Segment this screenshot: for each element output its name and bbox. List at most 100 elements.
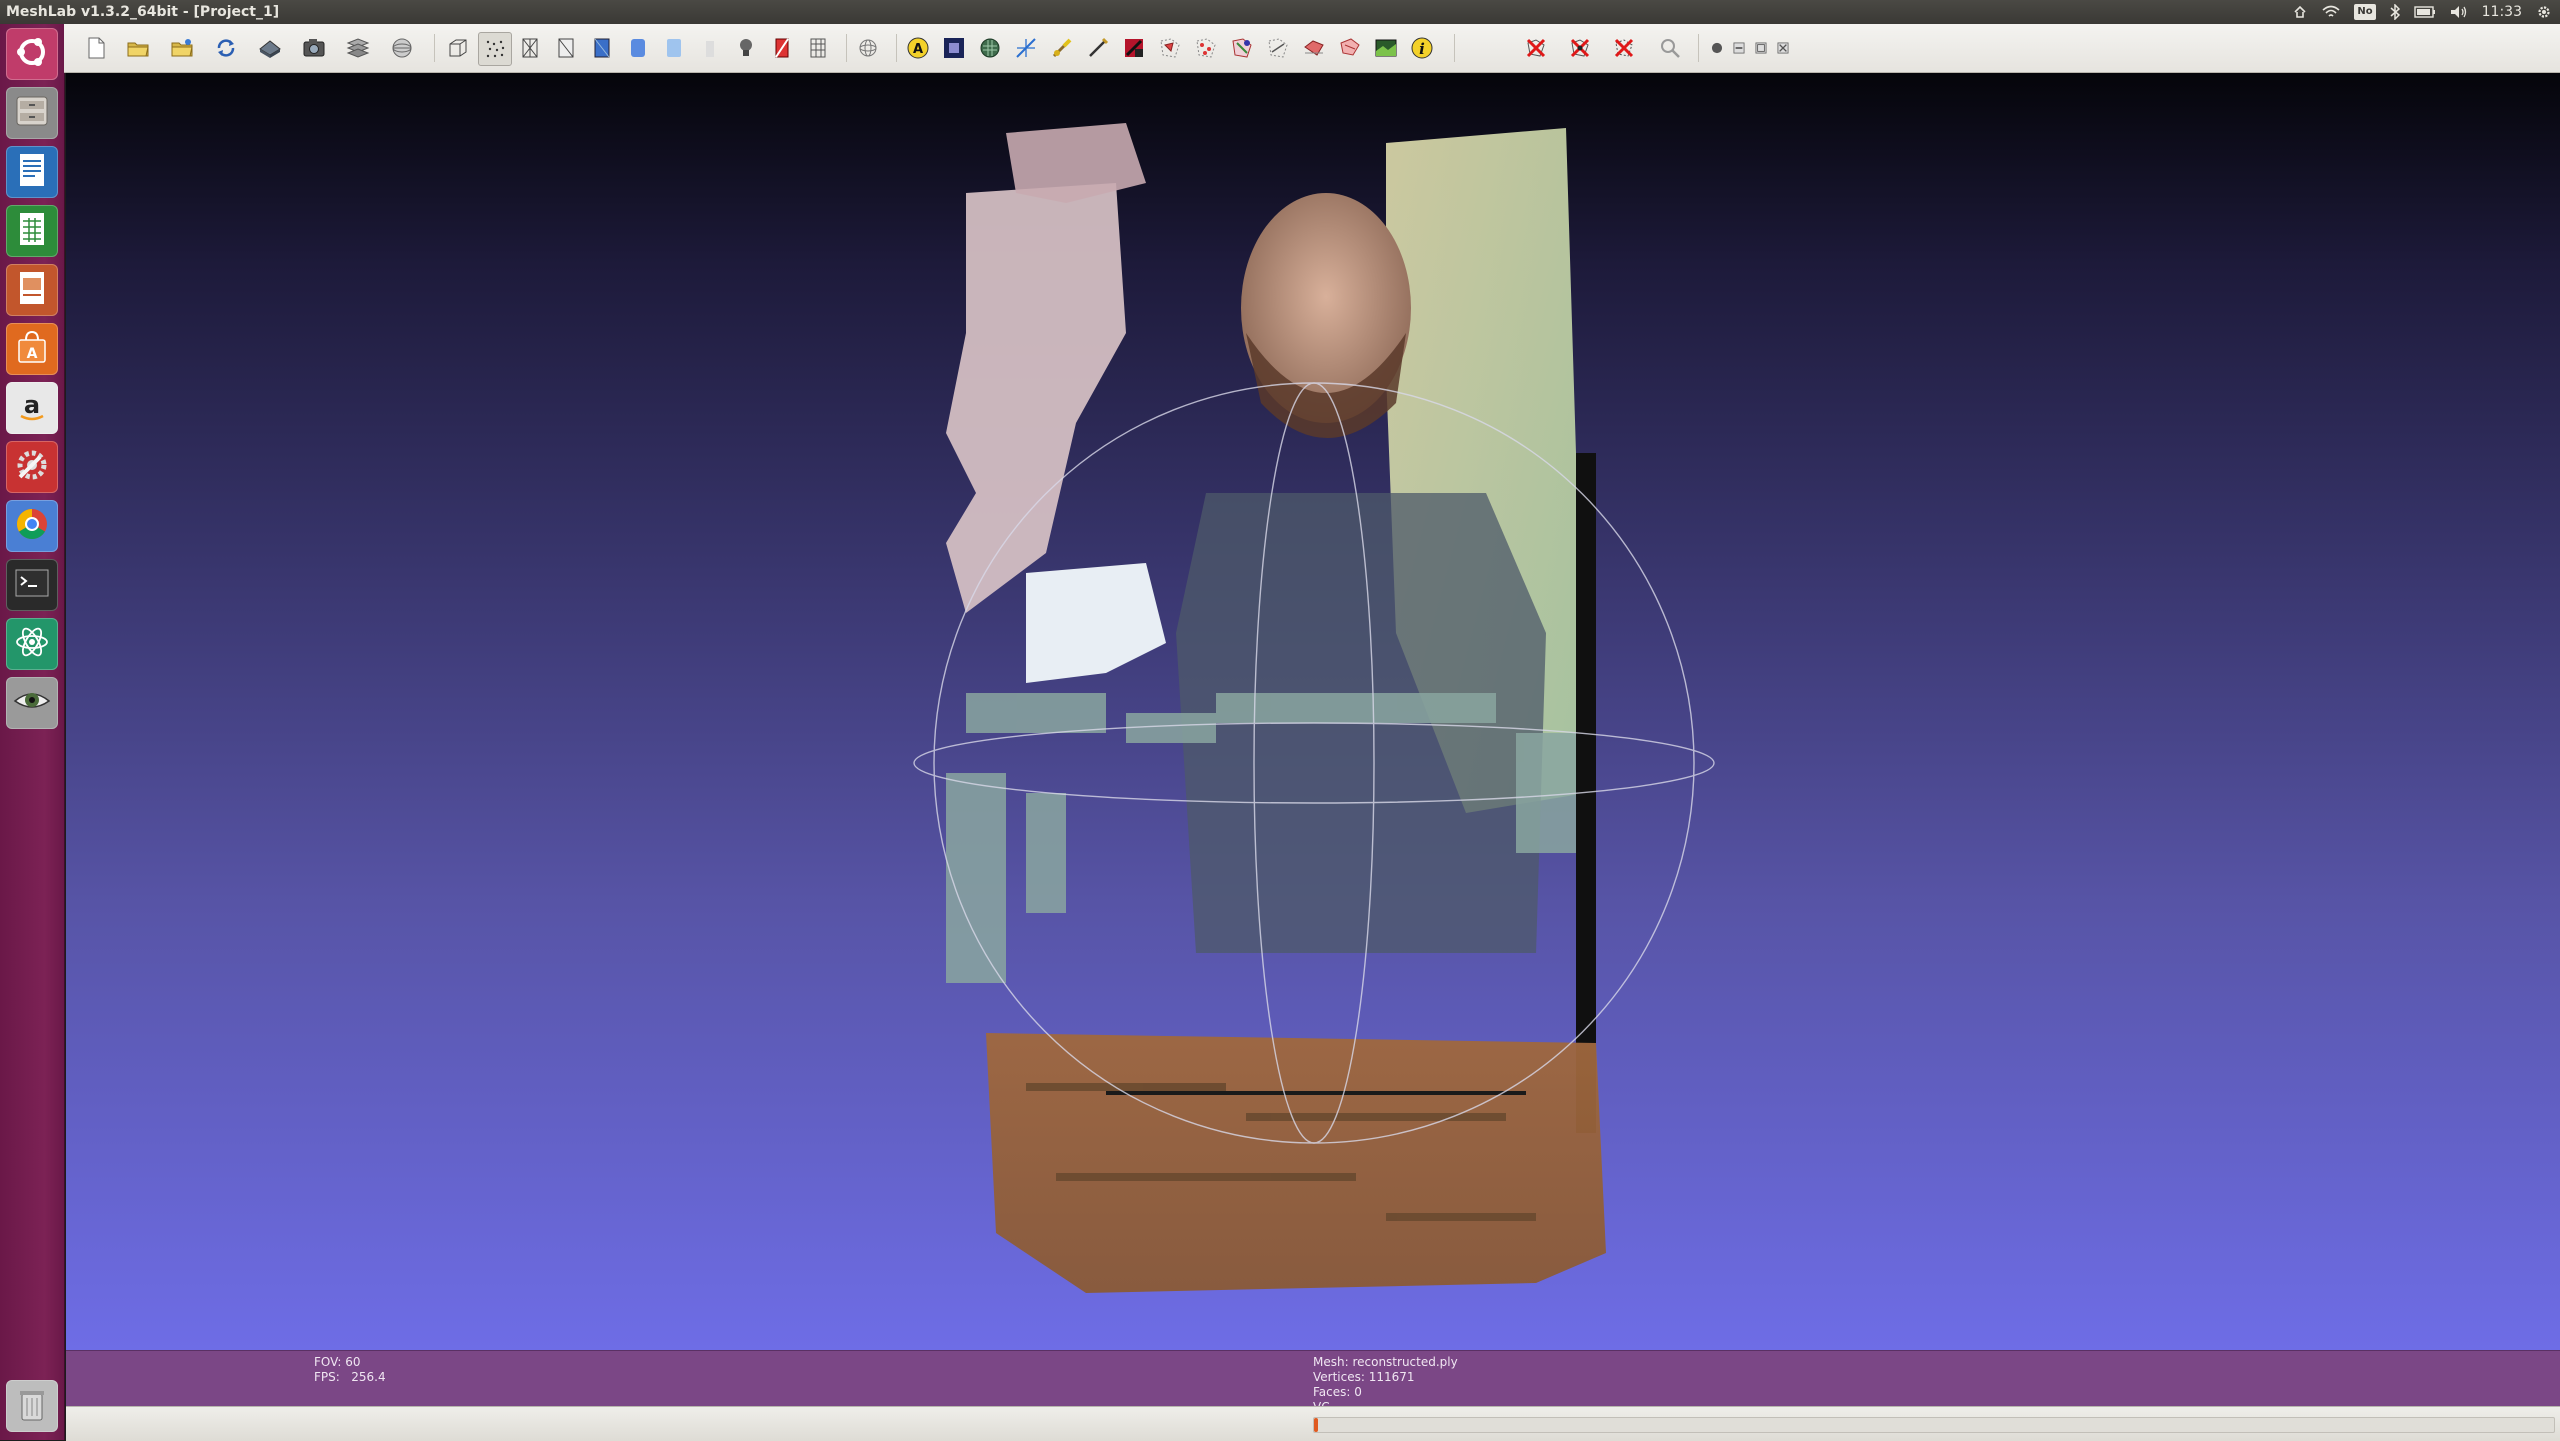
light-bulb-icon[interactable] [730,32,762,64]
select-region-icon[interactable] [1262,32,1294,64]
flat-shading-icon[interactable] [586,32,618,64]
texture-icon[interactable] [658,32,690,64]
color-picker-icon[interactable] [1118,32,1150,64]
open-folder-icon[interactable] [122,32,154,64]
launcher-ubuntu-software-center[interactable]: A [6,323,58,375]
svg-text:A: A [913,42,923,57]
ubuntu-logo-icon [12,32,52,76]
launcher-trash[interactable] [6,1380,58,1432]
bluetooth-icon[interactable] [2390,0,2400,24]
trackball-icon[interactable] [852,32,884,64]
pen-icon[interactable] [1082,32,1114,64]
hidden-back-face-icon[interactable] [802,32,834,64]
window-min-icon[interactable] [1728,32,1750,64]
software-center-bag-icon: A [12,327,52,371]
session-gear-icon[interactable] [2536,0,2552,24]
battery-icon[interactable] [2413,0,2436,24]
unity-launcher: A a [0,24,65,1440]
hidden-lines-icon[interactable] [550,32,582,64]
launcher-system-settings[interactable] [6,441,58,493]
paint-brush-icon[interactable] [1046,32,1078,64]
toolbar-separator [434,34,435,62]
delete-vertices-icon[interactable] [1564,32,1596,64]
trash-can-icon [12,1384,52,1428]
open-project-icon[interactable] [166,32,198,64]
launcher-terminal[interactable] [6,559,58,611]
launcher-libreoffice-calc[interactable] [6,205,58,257]
top-menubar: MeshLab v1.3.2_64bit - [Project_1] No 11… [0,0,2560,24]
svg-text:A: A [27,346,38,362]
wireframe-icon[interactable] [514,32,546,64]
reload-icon[interactable] [210,32,242,64]
back-face-icon[interactable] [766,32,798,64]
volume-icon[interactable] [2450,0,2468,24]
launcher-amazon[interactable]: a [6,382,58,434]
svg-text:a: a [24,391,40,419]
align-icon[interactable] [386,32,418,64]
save-icon[interactable] [254,32,286,64]
file-cabinet-icon [12,91,52,135]
mesh-info: Mesh: reconstructed.ply Vertices: 111671… [1313,1355,1458,1408]
window-title: MeshLab v1.3.2_64bit - [Project_1] [6,4,280,20]
window-close-icon[interactable] [1772,32,1794,64]
layers-icon[interactable] [342,32,374,64]
delete-selection-icon[interactable] [1608,32,1640,64]
window-restore-icon[interactable] [1750,32,1772,64]
svg-text:i: i [1419,40,1425,58]
progress-bar [1313,1417,2555,1433]
toolbar-separator [1698,34,1699,62]
chrome-icon [12,504,52,548]
launcher-libreoffice-writer[interactable] [6,146,58,198]
clock[interactable]: 11:33 [2482,0,2522,24]
calc-spreadsheet-icon [12,209,52,253]
point-cloud-render[interactable] [66,73,2560,1350]
measure-tool-icon[interactable] [1010,32,1042,64]
select-faces-icon[interactable] [1154,32,1186,64]
launcher-libreoffice-impress[interactable] [6,264,58,316]
select-vertices-icon[interactable] [1190,32,1222,64]
progress-fill [1314,1418,1318,1432]
raster-icon[interactable] [1370,32,1402,64]
impress-presentation-icon [12,268,52,312]
status-bar [66,1406,2560,1441]
info-panel: FOV: 60 FPS: 256.4 Mesh: reconstructed.p… [66,1350,2560,1408]
quality-mapper-icon[interactable] [938,32,970,64]
3d-viewport[interactable] [66,73,2560,1350]
smooth-shading-icon[interactable] [622,32,654,64]
faces-label: Faces: 0 [1313,1385,1362,1399]
delete-faces-icon[interactable] [1520,32,1552,64]
window-tile-icon[interactable] [1706,32,1728,64]
double-side-lighting-icon[interactable] [694,32,726,64]
new-file-icon[interactable] [80,32,112,64]
network-settings-icon[interactable] [2292,0,2308,24]
select-connected-icon[interactable] [1226,32,1258,64]
annotation-a-icon[interactable]: A [902,32,934,64]
points-render-icon[interactable] [478,32,512,66]
launcher-meshlab[interactable] [6,677,58,729]
toolbar-separator [1454,34,1455,62]
mesh-name-label: Mesh: reconstructed.ply [1313,1355,1458,1369]
wrench-gear-icon [12,445,52,489]
main-toolbar: A i [64,24,2560,73]
rubber-band-icon[interactable] [1334,32,1366,64]
writer-document-icon [12,150,52,194]
zoom-icon[interactable] [1654,32,1686,64]
launcher-google-chrome[interactable] [6,500,58,552]
system-tray: No 11:33 [2292,0,2552,24]
amazon-a-icon: a [12,386,52,430]
wifi-icon[interactable] [2322,0,2340,24]
launcher-files[interactable] [6,87,58,139]
bounding-box-icon[interactable] [442,32,474,64]
vertices-label: Vertices: 111671 [1313,1370,1415,1384]
launcher-atom-like-app[interactable] [6,618,58,670]
snapshot-icon[interactable] [298,32,330,64]
view-info: FOV: 60 FPS: 256.4 [314,1355,386,1385]
toolbar-separator [846,34,847,62]
keyboard-layout-indicator[interactable]: No [2354,4,2376,20]
fill-icon[interactable] [1298,32,1330,64]
mesh-info-icon[interactable] [974,32,1006,64]
launcher-dash-home[interactable] [6,28,58,80]
info-i-icon[interactable]: i [1406,32,1438,64]
toolbar-separator [896,34,897,62]
eye-icon [12,681,52,725]
